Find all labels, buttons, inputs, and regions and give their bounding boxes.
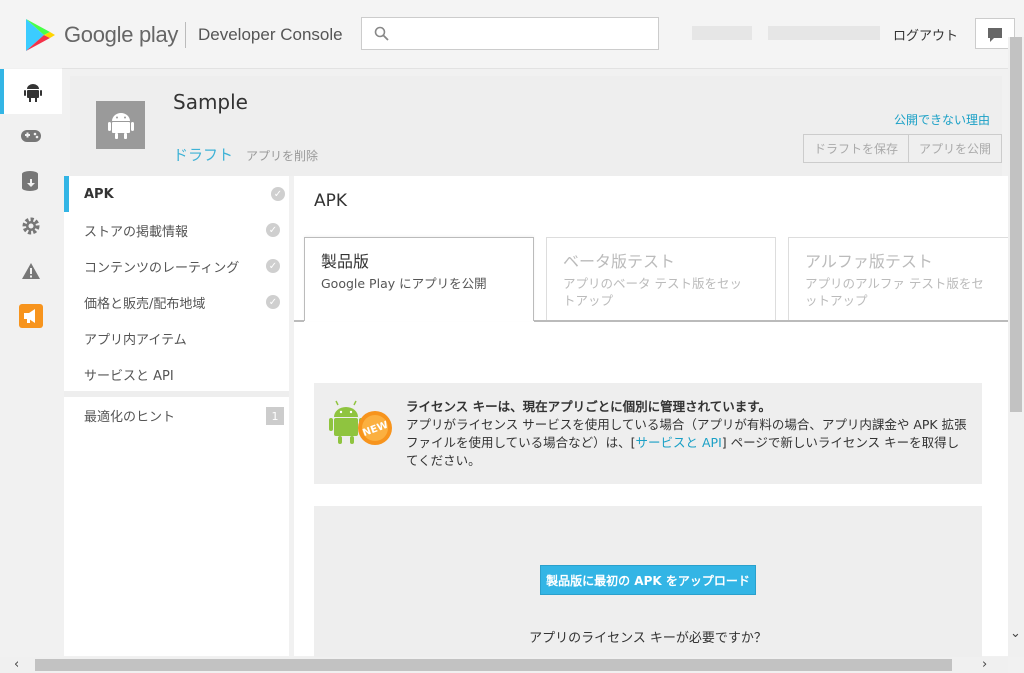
google-play-text: Google play <box>64 22 179 47</box>
app-name: Sample <box>173 90 248 114</box>
vertical-scroll-thumb[interactable] <box>1010 37 1022 412</box>
logout-link[interactable]: ログアウト <box>893 25 958 44</box>
tab-production[interactable]: 製品版 Google Play にアプリを公開 <box>304 237 534 321</box>
header-actions: ドラフトを保存 アプリを公開 <box>803 134 1002 163</box>
upload-panel: 製品版に最初の APK をアップロード アプリのライセンス キーが必要ですか？ <box>314 506 982 666</box>
tab-subtitle: アプリのアルファ テスト版をセットアップ <box>805 276 984 308</box>
tab-subtitle: Google Play にアプリを公開 <box>321 276 487 291</box>
menu-item-apk[interactable]: APK ✓ <box>64 176 289 212</box>
menu-item-label: アプリ内アイテム <box>84 332 187 348</box>
tab-beta[interactable]: ベータ版テスト アプリのベータ テスト版をセットアップ <box>546 237 776 321</box>
nav-announcements[interactable] <box>0 293 62 338</box>
notice-heading: ライセンス キーは、現在アプリごとに個別に管理されています。 <box>406 399 771 414</box>
tab-title: アルファ版テスト <box>805 252 933 271</box>
tab-title: 製品版 <box>321 252 370 271</box>
menu-item-pricing[interactable]: 価格と販売/配布地域 ✓ <box>64 284 289 320</box>
play-store-icon <box>26 19 55 51</box>
scroll-right-arrow-icon[interactable]: › <box>982 657 987 672</box>
services-api-link[interactable]: サービスと API <box>636 435 722 450</box>
database-download-icon <box>22 170 38 191</box>
upload-first-apk-button[interactable]: 製品版に最初の APK をアップロード <box>540 565 756 595</box>
tips-count-badge: 1 <box>266 407 284 425</box>
developer-console-title: Developer Console <box>198 25 343 44</box>
android-icon <box>107 113 134 139</box>
tab-underline <box>294 320 304 322</box>
horizontal-scroll-thumb[interactable] <box>35 659 952 671</box>
menu-item-label: APK <box>84 186 114 202</box>
app-status-draft: ドラフト <box>173 146 234 164</box>
top-bar: Google play Developer Console ログアウト <box>0 0 1024 69</box>
menu-item-label: ストアの掲載情報 <box>84 224 189 240</box>
gear-icon <box>22 217 40 234</box>
publish-app-button[interactable]: アプリを公開 <box>909 134 1002 163</box>
app-header: Sample ドラフト アプリを削除 公開できない理由 ドラフトを保存 アプリを… <box>70 76 1002 176</box>
license-key-question[interactable]: アプリのライセンス キーが必要ですか？ <box>314 627 982 646</box>
menu-item-store-listing[interactable]: ストアの掲載情報 ✓ <box>64 212 289 248</box>
main-content: APK 製品版 Google Play にアプリを公開 ベータ版テスト アプリの… <box>294 176 1018 666</box>
check-icon: ✓ <box>266 259 280 273</box>
page-title: APK <box>314 191 348 211</box>
nav-settings[interactable] <box>0 203 62 248</box>
nav-all-apps[interactable] <box>0 69 62 114</box>
tab-alpha[interactable]: アルファ版テスト アプリのアルファ テスト版をセットアップ <box>788 237 1018 321</box>
menu-item-optimization-tips[interactable]: 最適化のヒント 1 <box>64 397 289 433</box>
app-icon-placeholder <box>96 101 145 149</box>
why-cant-publish-link[interactable]: 公開できない理由 <box>894 111 990 128</box>
notice-text: ライセンス キーは、現在アプリごとに個別に管理されています。 アプリがライセンス… <box>406 398 971 470</box>
nav-game-services[interactable] <box>0 113 62 158</box>
tab-subtitle: アプリのベータ テスト版をセットアップ <box>563 276 742 308</box>
check-icon: ✓ <box>266 295 280 309</box>
search-input[interactable] <box>361 17 659 50</box>
logo-divider <box>185 22 186 48</box>
menu-item-label: コンテンツのレーティング <box>84 260 240 276</box>
android-new-badge-icon: NEW <box>329 400 392 445</box>
tab-underline <box>534 320 1008 322</box>
scroll-left-arrow-icon[interactable]: ‹ <box>14 657 19 672</box>
gamepad-icon <box>21 129 41 142</box>
nav-reports[interactable] <box>0 158 62 203</box>
tab-title: ベータ版テスト <box>563 252 676 271</box>
menu-item-content-rating[interactable]: コンテンツのレーティング ✓ <box>64 248 289 284</box>
check-icon: ✓ <box>266 223 280 237</box>
megaphone-icon <box>19 303 43 328</box>
warning-icon <box>22 262 40 279</box>
left-nav <box>0 68 62 673</box>
delete-app-link[interactable]: アプリを削除 <box>246 147 318 164</box>
android-icon <box>24 83 42 102</box>
scroll-down-arrow-icon[interactable]: ⌄ <box>1010 626 1021 641</box>
nav-alerts[interactable] <box>0 248 62 293</box>
google-play-logo[interactable]: Google play <box>24 18 178 52</box>
license-key-notice: NEW ライセンス キーは、現在アプリごとに個別に管理されています。 アプリがラ… <box>314 383 982 484</box>
menu-item-label: 最適化のヒント <box>84 409 176 425</box>
check-icon: ✓ <box>271 187 285 201</box>
chat-icon <box>988 28 1002 42</box>
menu-item-label: 価格と販売/配布地域 <box>84 296 206 312</box>
app-side-menu: APK ✓ ストアの掲載情報 ✓ コンテンツのレーティング ✓ 価格と販売/配布… <box>64 176 289 656</box>
menu-item-in-app-products[interactable]: アプリ内アイテム <box>64 320 289 356</box>
account-email-redacted <box>768 26 880 40</box>
menu-item-label: サービスと API <box>84 368 174 384</box>
menu-item-services-api[interactable]: サービスと API <box>64 356 289 392</box>
account-name-redacted <box>692 26 752 40</box>
save-draft-button[interactable]: ドラフトを保存 <box>803 134 909 163</box>
search-icon <box>374 26 389 41</box>
